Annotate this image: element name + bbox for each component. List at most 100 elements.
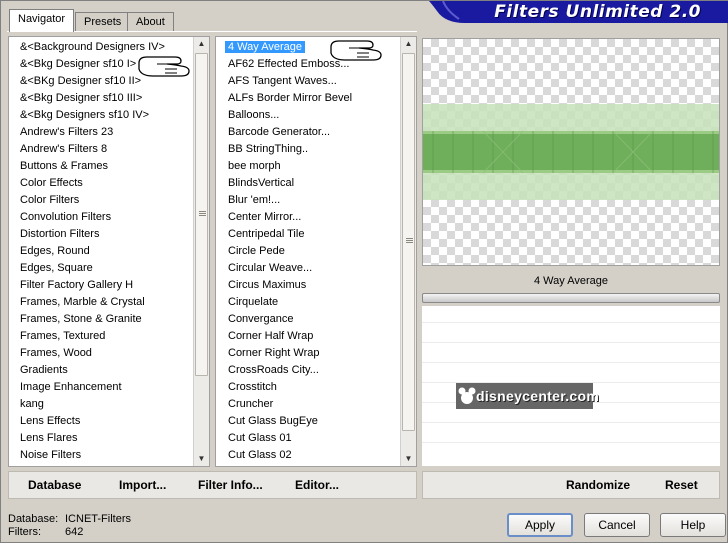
filter-item-label: Cruncher: [228, 398, 274, 410]
category-item[interactable]: Filter Factory Gallery H: [9, 277, 136, 294]
parameter-slider[interactable]: [422, 293, 720, 303]
category-item[interactable]: &<BKg Designer sf10 II>: [9, 73, 144, 90]
scroll-up-icon[interactable]: ▲: [194, 37, 209, 51]
filter-item[interactable]: Cirquelate: [216, 294, 281, 311]
filter-item[interactable]: Cut Glass BugEye: [216, 413, 321, 430]
filter-item[interactable]: Center Mirror...: [216, 209, 304, 226]
editor-button[interactable]: Editor...: [295, 478, 339, 492]
category-item[interactable]: Buttons & Frames: [9, 158, 111, 175]
category-item[interactable]: Convolution Filters: [9, 209, 114, 226]
filter-item[interactable]: Cut Glass 01: [216, 430, 295, 447]
filter-item-label: Crosstitch: [228, 381, 277, 393]
filter-item-label: BB StringThing..: [228, 143, 309, 155]
category-scroll-thumb[interactable]: [195, 53, 208, 376]
watermark-text: disneycenter.com: [476, 388, 600, 404]
category-item[interactable]: Color Filters: [9, 192, 82, 209]
filter-item[interactable]: Blur 'em!...: [216, 192, 283, 209]
category-item-label: Lens Flares: [20, 432, 78, 444]
category-item-label: Frames, Textured: [20, 330, 106, 342]
filter-item[interactable]: BlindsVertical: [216, 175, 297, 192]
tab-presets[interactable]: Presets: [75, 12, 131, 32]
category-item[interactable]: Frames, Textured: [9, 328, 108, 345]
filter-item[interactable]: Circular Weave...: [216, 260, 315, 277]
category-item[interactable]: Paper Backgrounds: [9, 464, 120, 466]
filter-item[interactable]: Cut Glass 03: [216, 464, 295, 466]
filter-item[interactable]: ALFs Border Mirror Bevel: [216, 90, 355, 107]
filter-item[interactable]: Barcode Generator...: [216, 124, 333, 141]
filter-item-label: Center Mirror...: [228, 211, 302, 223]
filter-item-label: 4 Way Average: [225, 41, 305, 53]
database-button[interactable]: Database: [28, 478, 81, 492]
filter-item-label: Blur 'em!...: [228, 194, 281, 206]
apply-button[interactable]: Apply: [507, 513, 573, 537]
filter-item-label: Circus Maximus: [228, 279, 307, 291]
randomize-button[interactable]: Randomize: [566, 478, 630, 492]
category-item[interactable]: Frames, Stone & Granite: [9, 311, 145, 328]
filter-scrollbar[interactable]: ▲ ▼: [400, 37, 416, 466]
filter-item[interactable]: Balloons...: [216, 107, 282, 124]
filter-item-label: Corner Right Wrap: [228, 347, 320, 359]
category-item[interactable]: Edges, Square: [9, 260, 96, 277]
tab-navigator[interactable]: Navigator: [9, 9, 75, 32]
database-value: ICNET-Filters: [65, 513, 131, 525]
tab-about[interactable]: About: [127, 12, 174, 32]
category-item-label: &<Background Designers IV>: [20, 41, 165, 53]
category-item[interactable]: Lens Effects: [9, 413, 83, 430]
category-item[interactable]: Edges, Round: [9, 243, 93, 260]
category-item-label: &<Bkg Designers sf10 IV>: [20, 109, 150, 121]
scroll-down-icon[interactable]: ▼: [194, 452, 209, 466]
scroll-up-icon[interactable]: ▲: [401, 37, 416, 51]
filter-item[interactable]: bee morph: [216, 158, 284, 175]
category-item[interactable]: Frames, Wood: [9, 345, 95, 362]
scroll-down-icon[interactable]: ▼: [401, 452, 416, 466]
filter-item[interactable]: AFS Tangent Waves...: [216, 73, 340, 90]
category-item[interactable]: &<Bkg Designer sf10 I>: [9, 56, 139, 73]
category-item[interactable]: Gradients: [9, 362, 71, 379]
filter-item[interactable]: Corner Half Wrap: [216, 328, 316, 345]
category-item-label: Gradients: [20, 364, 68, 376]
category-item-label: Andrew's Filters 23: [20, 126, 114, 138]
reset-button[interactable]: Reset: [665, 478, 698, 492]
filter-item[interactable]: Circus Maximus: [216, 277, 309, 294]
category-item[interactable]: Distortion Filters: [9, 226, 102, 243]
filter-list-panel: 4 Way Average AF62 Effected Emboss... AFS …: [215, 36, 417, 467]
filter-item-label: Circular Weave...: [228, 262, 313, 274]
filter-item[interactable]: 4 Way Average: [216, 39, 305, 56]
list-toolbar: Database Import... Filter Info... Editor…: [8, 471, 417, 499]
pointing-hand-icon: [330, 40, 382, 61]
category-list[interactable]: &<Background Designers IV> &<Bkg Designer…: [9, 37, 193, 466]
filter-item[interactable]: BB StringThing..: [216, 141, 311, 158]
filter-item[interactable]: CrossRoads City...: [216, 362, 322, 379]
category-item[interactable]: Color Effects: [9, 175, 86, 192]
filter-scroll-thumb[interactable]: [402, 53, 415, 431]
category-item-label: Convolution Filters: [20, 211, 112, 223]
category-item[interactable]: Noise Filters: [9, 447, 84, 464]
category-item[interactable]: Lens Flares: [9, 430, 80, 447]
preview-green-band: [423, 104, 719, 200]
filter-item[interactable]: Corner Right Wrap: [216, 345, 323, 362]
category-item[interactable]: Andrew's Filters 8: [9, 141, 110, 158]
filter-item[interactable]: Centripedal Tile: [216, 226, 307, 243]
filter-list[interactable]: 4 Way Average AF62 Effected Emboss... AFS …: [216, 37, 400, 466]
category-scrollbar[interactable]: ▲ ▼: [193, 37, 209, 466]
filter-item-label: Centripedal Tile: [228, 228, 305, 240]
cancel-button[interactable]: Cancel: [584, 513, 650, 537]
category-item[interactable]: Frames, Marble & Crystal: [9, 294, 148, 311]
filter-item-label: CrossRoads City...: [228, 364, 319, 376]
help-button[interactable]: Help: [660, 513, 726, 537]
filter-item[interactable]: Crosstitch: [216, 379, 280, 396]
category-item[interactable]: &<Bkg Designers sf10 IV>: [9, 107, 152, 124]
filter-info-button[interactable]: Filter Info...: [198, 478, 263, 492]
filter-item-label: BlindsVertical: [228, 177, 295, 189]
category-item-label: Buttons & Frames: [20, 160, 109, 172]
category-item[interactable]: Andrew's Filters 23: [9, 124, 116, 141]
filter-item[interactable]: Cut Glass 02: [216, 447, 295, 464]
category-item[interactable]: kang: [9, 396, 47, 413]
category-item[interactable]: &<Bkg Designer sf10 III>: [9, 90, 145, 107]
filter-item[interactable]: Cruncher: [216, 396, 276, 413]
filter-item[interactable]: Convergance: [216, 311, 296, 328]
filters-count-value: 642: [65, 526, 84, 538]
import-button[interactable]: Import...: [119, 478, 166, 492]
filter-item[interactable]: Circle Pede: [216, 243, 288, 260]
category-item[interactable]: Image Enhancement: [9, 379, 125, 396]
